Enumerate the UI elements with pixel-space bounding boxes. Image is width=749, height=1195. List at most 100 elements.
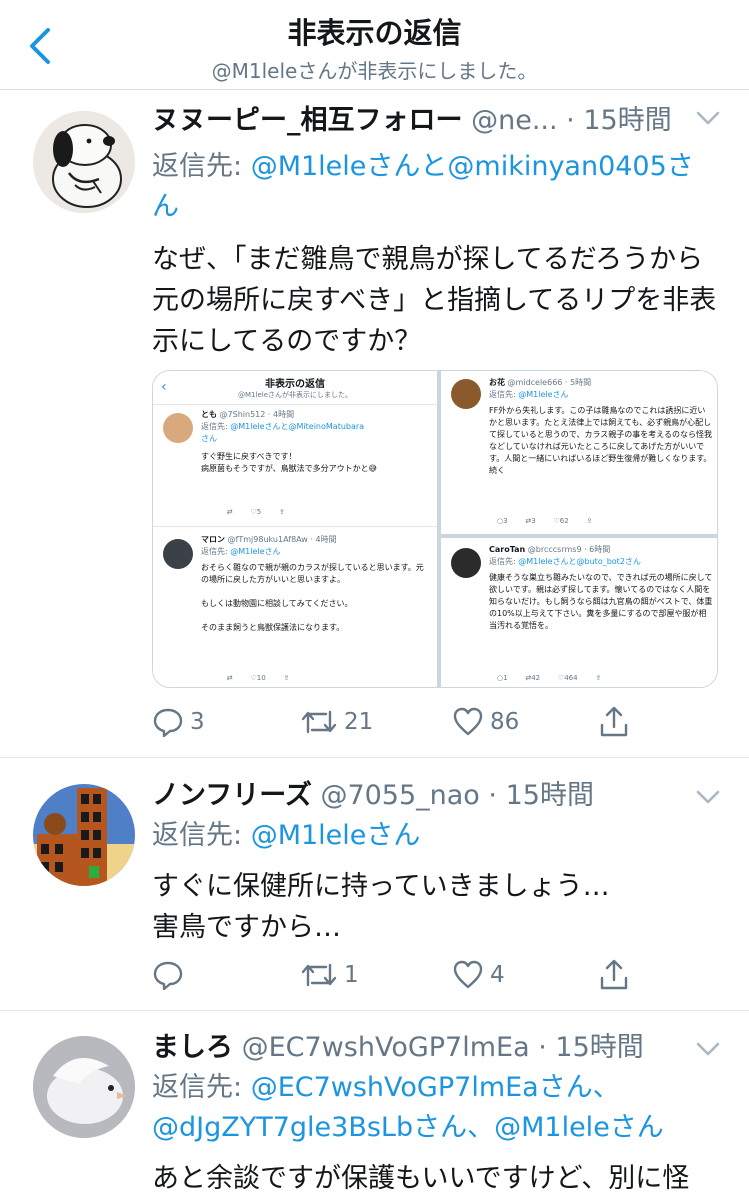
embedded-name: CaroTan [489,545,526,554]
tweet-text: すぐに保健所に持っていきましょう… 害鳥ですから… [152,871,610,943]
reply-context: 返信先: @M1leleさんと@mikinyan0405さん [152,147,719,227]
retweet-count: 21 [344,709,374,735]
embedded-actions: ○1 ⇄42 ♡464 ⇪ [497,674,602,682]
share-button[interactable] [598,955,630,995]
snoopy-avatar-image [33,111,135,213]
like-count: 86 [490,709,520,735]
embedded-right-pane: CaroTan @brcccsrms9 · 6時間 返信先: @M1leleさん… [441,538,717,687]
embedded-reply-prefix: 返信先: [489,390,519,399]
retweet-count: 1 [344,962,359,988]
reply-icon [153,961,183,991]
embedded-back-icon: ‹ [161,379,167,395]
tweet-header: ましろ @EC7wshVoGP7lmEa · 15時間 [152,1030,693,1066]
chevron-down-icon[interactable] [695,109,721,127]
handle[interactable]: @7055_nao [320,780,479,811]
embedded-reply: マロン @fTmj98uku1Af8Aw · 4時間 返信先: @M1leleさ… [201,534,429,634]
embedded-avatar [163,539,193,569]
avatar[interactable] [33,1036,135,1138]
display-name[interactable]: ましろ [152,1032,233,1063]
tweet-actions: 3 21 86 [152,702,652,742]
chevron-down-icon[interactable] [695,788,721,806]
share-icon [600,959,628,990]
display-name[interactable]: ヌヌーピー_相互フォロー [152,105,463,136]
reply-button[interactable]: 3 [152,702,205,742]
embedded-reply: とも @7Shin512 · 4時間 返信先: @M1leleさんと@Mitei… [201,409,427,475]
handle[interactable]: @ne... [471,105,557,136]
like-count: 4 [490,962,505,988]
reply-context: 返信先: @M1leleさん [152,816,719,856]
retweet-button[interactable]: 1 [300,955,359,995]
page-title: 非表示の返信 [287,16,462,50]
tweet[interactable]: ノンフリーズ @7055_nao · 15時間 返信先: @M1leleさん す… [0,758,749,1011]
share-button[interactable] [598,702,630,742]
embedded-avatar [163,413,193,443]
like-icon [453,960,483,989]
header: 非表示の返信 @M1leleさんが非表示にしました。 [0,0,749,90]
reply-button[interactable] [152,955,190,995]
retweet-button[interactable]: 21 [300,702,373,742]
chevron-down-icon[interactable] [695,1040,721,1058]
embedded-left-pane: ‹ 非表示の返信 @M1leleさんが非表示にしました。 とも @7Shin51… [153,371,437,687]
embedded-reply-prefix: 返信先: [201,422,231,431]
avatar[interactable] [33,111,135,213]
embedded-reply-prefix: 返信先: [201,547,231,556]
like-button[interactable]: 4 [452,955,505,995]
embedded-title: 非表示の返信 [265,379,325,390]
embedded-reply-cont: さん [201,434,217,443]
timestamp: · 15時間 [488,780,594,811]
reply-mentions[interactable]: @M1leleさん [251,820,421,851]
retweet-icon [301,710,337,734]
avatar[interactable] [33,784,135,886]
embedded-handle: @midcele666 · 5時間 [507,378,592,387]
embedded-reply-to: @M1leleさんと@MiteinoMatubara [230,422,365,431]
embedded-text: おそらく雛なので親が親のカラスが探していると思います。元の場所に戻した方がいいと… [201,563,424,632]
timestamp: · 15時間 [566,105,672,136]
tweet[interactable]: ヌヌーピー_相互フォロー @ne... · 15時間 返信先: @M1leleさ… [0,91,749,758]
embedded-name: マロン [201,535,225,544]
tweet-image[interactable]: ‹ 非表示の返信 @M1leleさんが非表示にしました。 とも @7Shin51… [152,370,718,688]
embedded-reply-prefix: 返信先: [489,557,519,566]
reply-icon [153,708,183,738]
share-icon [600,706,628,737]
retweet-icon [301,963,337,987]
embedded-reply-to: @M1leleさん [518,390,569,399]
bird-avatar-image [33,1036,135,1138]
embedded-handle: @brcccsrms9 · 6時間 [527,545,611,554]
embedded-reply-to: @M1leleさんと@buto_bot2さん [518,557,641,566]
embedded-handle: @fTmj98uku1Af8Aw · 4時間 [227,535,337,544]
embedded-subtitle: @M1leleさんが非表示にしました。 [238,391,352,399]
tweet-text: あと余談ですが保護もいいですけど、別に怪 [152,1163,690,1194]
embedded-text: すぐ野生に戻すべきです！ 病原菌もそうですが、鳥獣法で多分アウトかと😅 [201,452,378,473]
like-button[interactable]: 86 [452,702,519,742]
tweet-header: ヌヌーピー_相互フォロー @ne... · 15時間 [152,103,693,139]
embedded-name: お花 [489,378,505,387]
embedded-actions: ○3 ⇄3 ♡62 ⇪ [497,517,593,525]
game-avatar-image [33,784,135,886]
embedded-actions: ⇄ ♡10 ⇪ [209,674,290,682]
handle[interactable]: @EC7wshVoGP7lmEa [242,1032,530,1063]
embedded-text: 健康そうな巣立ち雛みたいなので、できれば元の場所に戻して欲しいです。親は必ず探し… [489,573,713,630]
timestamp: · 15時間 [538,1032,644,1063]
embedded-reply: お花 @midcele666 · 5時間 返信先: @M1leleさん FF外か… [489,377,713,477]
embedded-divider [153,526,437,527]
embedded-text: FF外から失礼します。この子は雛鳥なのでこれは誘拐に近いかと思います。たとえ法律… [489,406,713,475]
reply-prefix: 返信先: [152,820,251,851]
display-name[interactable]: ノンフリーズ [152,780,312,811]
reply-prefix: 返信先: [152,1072,251,1103]
embedded-reply-to: @M1leleさん [230,547,281,556]
embedded-header: ‹ 非表示の返信 @M1leleさんが非表示にしました。 [153,371,437,405]
tweet-text: なぜ、「まだ雛鳥で親鳥が探してるだろうから元の場所に戻すべき」と指摘してるリプを… [152,244,717,357]
reply-prefix: 返信先: [152,151,251,182]
like-icon [453,707,483,736]
embedded-handle: @7Shin512 · 4時間 [219,410,295,419]
page-subtitle: @M1leleさんが非表示にしました。 [211,59,538,83]
embedded-avatar [451,379,481,409]
embedded-reply: CaroTan @brcccsrms9 · 6時間 返信先: @M1leleさん… [489,544,713,632]
tweet-header: ノンフリーズ @7055_nao · 15時間 [152,778,693,814]
embedded-name: とも [201,410,217,419]
embedded-avatar [451,548,481,578]
tweet[interactable]: ましろ @EC7wshVoGP7lmEa · 15時間 返信先: @EC7wsh… [0,1012,749,1195]
embedded-actions: ⇄ ♡5 ⇪ [209,508,285,516]
reply-context: 返信先: @EC7wshVoGP7lmEaさん、@dJgZYT7gle3BsLb… [152,1068,719,1148]
reply-count: 3 [190,709,205,735]
